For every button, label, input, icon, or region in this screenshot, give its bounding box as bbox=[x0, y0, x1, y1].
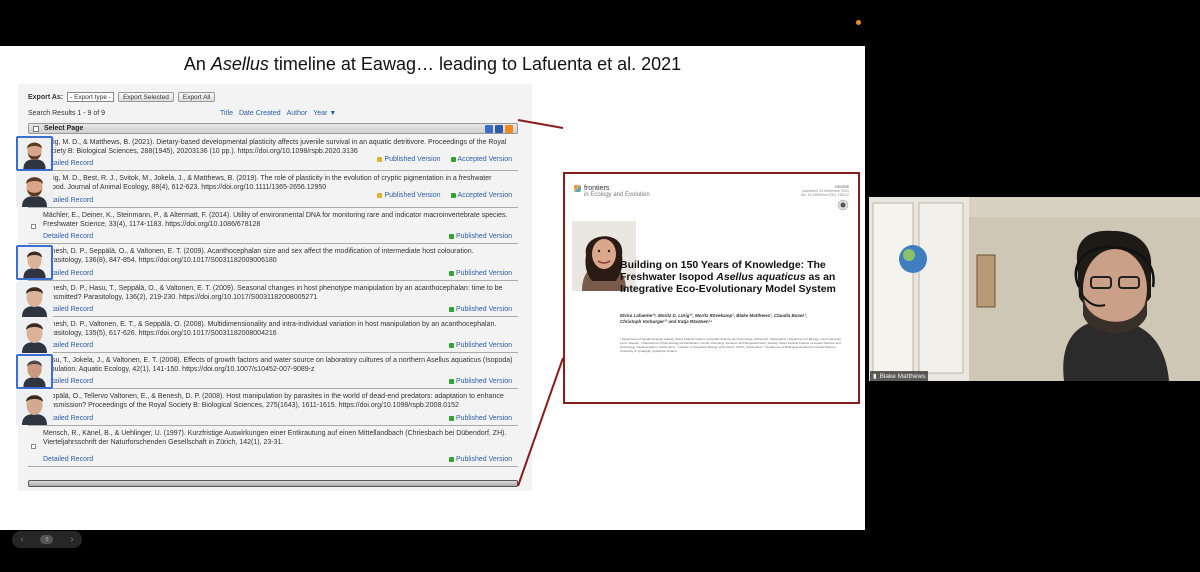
connector-lines bbox=[517, 119, 564, 487]
participant-name-label: ▮ Blake Matthews bbox=[870, 371, 929, 381]
slide-pager: ‹ 0 › bbox=[12, 531, 82, 548]
current-page: 0 bbox=[40, 535, 54, 544]
prev-page-icon[interactable]: ‹ bbox=[20, 534, 23, 545]
participant-video bbox=[869, 197, 1200, 381]
participant-name: Blake Matthews bbox=[879, 372, 926, 380]
presentation-slide: An Asellus timeline at Eawag… leading to… bbox=[0, 46, 865, 530]
signal-icon: ▮ bbox=[873, 373, 877, 380]
next-page-icon[interactable]: › bbox=[70, 534, 73, 545]
recording-indicator bbox=[856, 20, 861, 25]
